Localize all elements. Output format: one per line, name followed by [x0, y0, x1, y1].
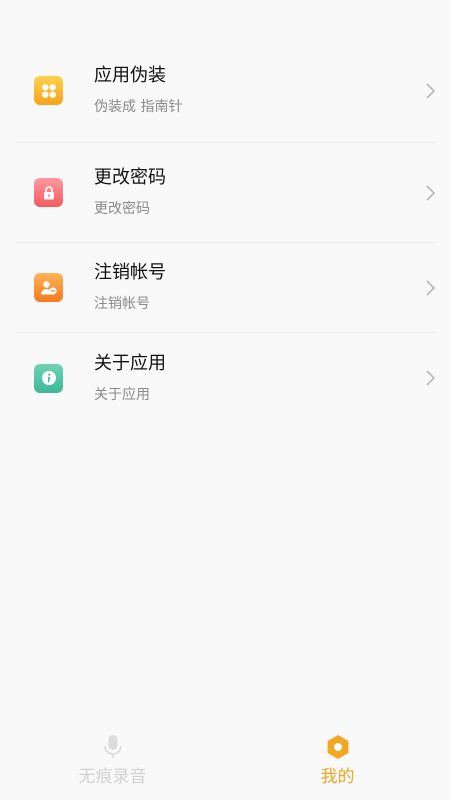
info-icon — [34, 363, 63, 393]
settings-item-text: 更改密码 更改密码 — [94, 167, 166, 218]
grid-icon — [34, 76, 63, 105]
settings-item-title: 应用伪装 — [94, 65, 166, 86]
settings-item-subtitle: 关于应用 — [94, 386, 150, 403]
tab-label: 无痕录音 — [78, 767, 147, 787]
settings-item-title: 更改密码 — [94, 167, 166, 188]
settings-item-subtitle: 伪装成 指南针 — [94, 99, 183, 115]
user-remove-icon — [34, 273, 63, 302]
chevron-right-icon — [426, 184, 436, 201]
tab-traceless-recording[interactable]: 无痕录音 — [0, 716, 225, 800]
settings-item-text: 注销帐号 注销帐号 — [94, 262, 166, 313]
settings-list: 应用伪装 伪装成 指南针 更改密码 更改密码 注销帐号 注销帐号 关于应用 关于… — [16, 39, 436, 423]
settings-item-change-password[interactable]: 更改密码 更改密码 — [16, 143, 436, 243]
settings-item-title: 关于应用 — [94, 352, 166, 374]
settings-item-text: 关于应用 关于应用 — [94, 353, 166, 404]
lock-icon — [34, 178, 63, 207]
settings-item-text: 应用伪装 伪装成 指南针 — [94, 65, 182, 116]
microphone-icon — [100, 734, 126, 760]
settings-page: 应用伪装 伪装成 指南针 更改密码 更改密码 注销帐号 注销帐号 关于应用 关于… — [0, 0, 450, 800]
settings-item-delete-account[interactable]: 注销帐号 注销帐号 — [16, 243, 436, 333]
settings-item-subtitle: 更改密码 — [94, 201, 150, 217]
settings-item-subtitle: 注销帐号 — [94, 296, 150, 312]
chevron-right-icon — [426, 82, 436, 99]
settings-item-app-disguise[interactable]: 应用伪装 伪装成 指南针 — [16, 39, 436, 143]
settings-item-title: 注销帐号 — [94, 262, 166, 283]
hexagon-settings-icon — [325, 734, 351, 760]
tab-mine[interactable]: 我的 — [225, 716, 450, 800]
settings-item-about[interactable]: 关于应用 关于应用 — [16, 333, 436, 423]
bottom-tab-bar: 无痕录音 我的 — [0, 716, 450, 800]
chevron-right-icon — [426, 370, 436, 386]
tab-label: 我的 — [320, 767, 355, 787]
chevron-right-icon — [426, 279, 436, 296]
